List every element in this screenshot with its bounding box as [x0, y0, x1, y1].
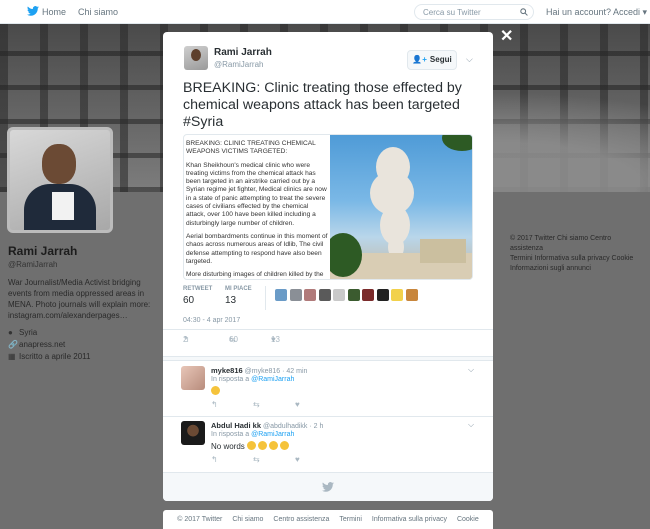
face-emoji-icon: [269, 441, 279, 450]
reply-author-handle[interactable]: @abdulhadikk: [263, 423, 307, 430]
profile-sidebar: Rami Jarrah @RamiJarrah War Journalist/M…: [8, 244, 158, 363]
reply-context: In risposta a @RamiJarrah: [211, 431, 295, 438]
retweet-icon[interactable]: ⇆: [253, 400, 260, 409]
nav-home[interactable]: Home: [42, 7, 66, 17]
liker-avatar[interactable]: [376, 289, 389, 301]
face-emoji-icon: [280, 441, 290, 450]
reply-author-name[interactable]: myke816: [211, 366, 243, 375]
card-paragraph: BREAKING: CLINIC TREATING CHEMICAL WEAPO…: [186, 140, 316, 156]
search-icon[interactable]: [520, 8, 528, 16]
close-icon[interactable]: ✕: [500, 28, 513, 46]
chevron-down-icon[interactable]: ⌵: [468, 420, 474, 430]
tweet-modal: Rami Jarrah @RamiJarrah 👤+ Segui ⌵ BREAKI…: [163, 32, 493, 501]
reply-time[interactable]: · 2 h: [309, 423, 323, 430]
liker-avatar[interactable]: [347, 289, 360, 301]
tweet-media[interactable]: BREAKING: CLINIC TREATING CHEMICAL WEAPO…: [183, 134, 473, 280]
face-emoji-icon: [247, 441, 257, 450]
reply-body: [211, 386, 222, 396]
modal-footer: [163, 472, 493, 501]
heart-icon[interactable]: ♥: [295, 400, 300, 409]
liker-avatar[interactable]: [391, 289, 403, 301]
liker-avatar[interactable]: [275, 289, 287, 301]
liker-avatars: [275, 289, 420, 305]
tweet-text: BREAKING: Clinic treating those effected…: [183, 80, 462, 130]
profile-bio: War Journalist/Media Activist bridging e…: [8, 278, 151, 320]
profile-handle[interactable]: @RamiJarrah: [8, 260, 158, 269]
card-paragraph: Aerial bombardments continue in this mom…: [186, 232, 328, 265]
profile-name[interactable]: Rami Jarrah: [8, 244, 158, 258]
search-placeholder: Cerca su Twitter: [423, 8, 481, 17]
liker-avatar[interactable]: [333, 289, 345, 301]
media-photo-smoke[interactable]: [330, 135, 472, 279]
link-icon: 🔗: [8, 340, 18, 349]
chevron-down-icon[interactable]: ⌵: [468, 365, 474, 375]
top-navigation-bar: Home Chi siamo Cerca su Twitter Hai un a…: [0, 0, 650, 24]
follow-button[interactable]: 👤+ Segui: [407, 50, 457, 70]
liker-avatar[interactable]: [318, 289, 331, 301]
reply-icon[interactable]: ↰: [211, 400, 218, 409]
tweet-timestamp[interactable]: 04:30 - 4 apr 2017: [183, 317, 240, 324]
reply-header: Abdul Hadi kk @abdulhadikk · 2 h: [211, 421, 323, 430]
reply-header: myke816 @myke816 · 42 min: [211, 366, 307, 375]
calendar-icon: ▦: [8, 352, 16, 361]
face-emoji-icon: [258, 441, 268, 450]
liker-avatar[interactable]: [289, 289, 302, 301]
chevron-down-icon[interactable]: ⌵: [466, 54, 473, 65]
card-paragraph: More disturbing images of children kille…: [186, 271, 324, 279]
login-link[interactable]: Hai un account? Accedi ▾: [546, 7, 647, 18]
nav-about[interactable]: Chi siamo: [78, 7, 118, 17]
side-footer-links: © 2017 Twitter Chi siamo Centro assisten…: [510, 234, 645, 274]
retweet-label: RETWEET: [183, 286, 213, 292]
reply-author-name[interactable]: Abdul Hadi kk: [211, 421, 261, 430]
twitter-bird-icon: [322, 482, 334, 492]
twitter-bird-icon[interactable]: [27, 6, 39, 16]
profile-avatar[interactable]: [7, 127, 113, 233]
profile-website[interactable]: 🔗anapress.net: [8, 339, 158, 351]
footer-copyright: © 2017 Twitter: [177, 516, 223, 523]
tweet-stats: RETWEET 60 MI PIACE 13: [183, 286, 473, 312]
follow-label: Segui: [429, 55, 452, 64]
footer-help-link[interactable]: Centro assistenza: [273, 516, 329, 523]
reply-icon[interactable]: ↰: [211, 455, 218, 464]
retweet-count[interactable]: 60: [183, 295, 194, 306]
media-text-image[interactable]: BREAKING: CLINIC TREATING CHEMICAL WEAPO…: [184, 135, 330, 279]
liker-avatar[interactable]: [304, 289, 316, 301]
footer-terms-link[interactable]: Termini: [339, 516, 362, 523]
liker-avatar[interactable]: [405, 289, 418, 301]
reply-avatar[interactable]: [181, 421, 205, 445]
location-pin-icon: ●: [8, 328, 13, 337]
like-label: MI PIACE: [225, 286, 252, 292]
profile-joined: ▦ Iscritto a aprile 2011: [8, 352, 91, 361]
liker-avatar[interactable]: [362, 289, 374, 301]
retweet-icon[interactable]: ⇆: [253, 455, 260, 464]
like-count[interactable]: 13: [225, 295, 236, 306]
divider: [163, 356, 493, 361]
bottom-footer: © 2017 Twitter Chi siamo Centro assisten…: [163, 510, 493, 529]
card-paragraph: Khan Sheikhoun's medical clinic who were…: [186, 161, 327, 227]
reply-body: No words: [211, 441, 291, 451]
divider: [163, 416, 493, 417]
author-handle[interactable]: @RamiJarrah: [214, 60, 263, 69]
search-input[interactable]: Cerca su Twitter: [414, 4, 534, 20]
divider: [163, 329, 493, 330]
heart-icon[interactable]: ♥: [295, 455, 300, 464]
side-footer-line-1[interactable]: © 2017 Twitter Chi siamo Centro assisten…: [510, 234, 645, 254]
author-avatar[interactable]: [184, 46, 208, 70]
footer-about-link[interactable]: Chi siamo: [232, 516, 263, 523]
add-user-icon: 👤+: [412, 55, 427, 64]
reply-author-handle[interactable]: @myke816: [245, 368, 281, 375]
footer-privacy-link[interactable]: Informativa sulla privacy: [372, 516, 447, 523]
reply-context: In risposta a @RamiJarrah: [211, 376, 295, 383]
profile-location: ● Syria: [8, 328, 38, 337]
side-footer-line-2[interactable]: Termini Informativa sulla privacy Cookie: [510, 254, 645, 264]
footer-cookie-link[interactable]: Cookie: [457, 516, 479, 523]
reply-mention[interactable]: @RamiJarrah: [251, 431, 294, 438]
side-footer-line-3[interactable]: Informazioni sugli annunci: [510, 264, 645, 274]
reply-avatar[interactable]: [181, 366, 205, 390]
reply-time[interactable]: · 42 min: [282, 368, 307, 375]
reply-mention[interactable]: @RamiJarrah: [251, 376, 294, 383]
sad-face-emoji-icon: [211, 386, 220, 395]
author-name[interactable]: Rami Jarrah: [214, 47, 272, 58]
stats-divider: [265, 286, 266, 310]
